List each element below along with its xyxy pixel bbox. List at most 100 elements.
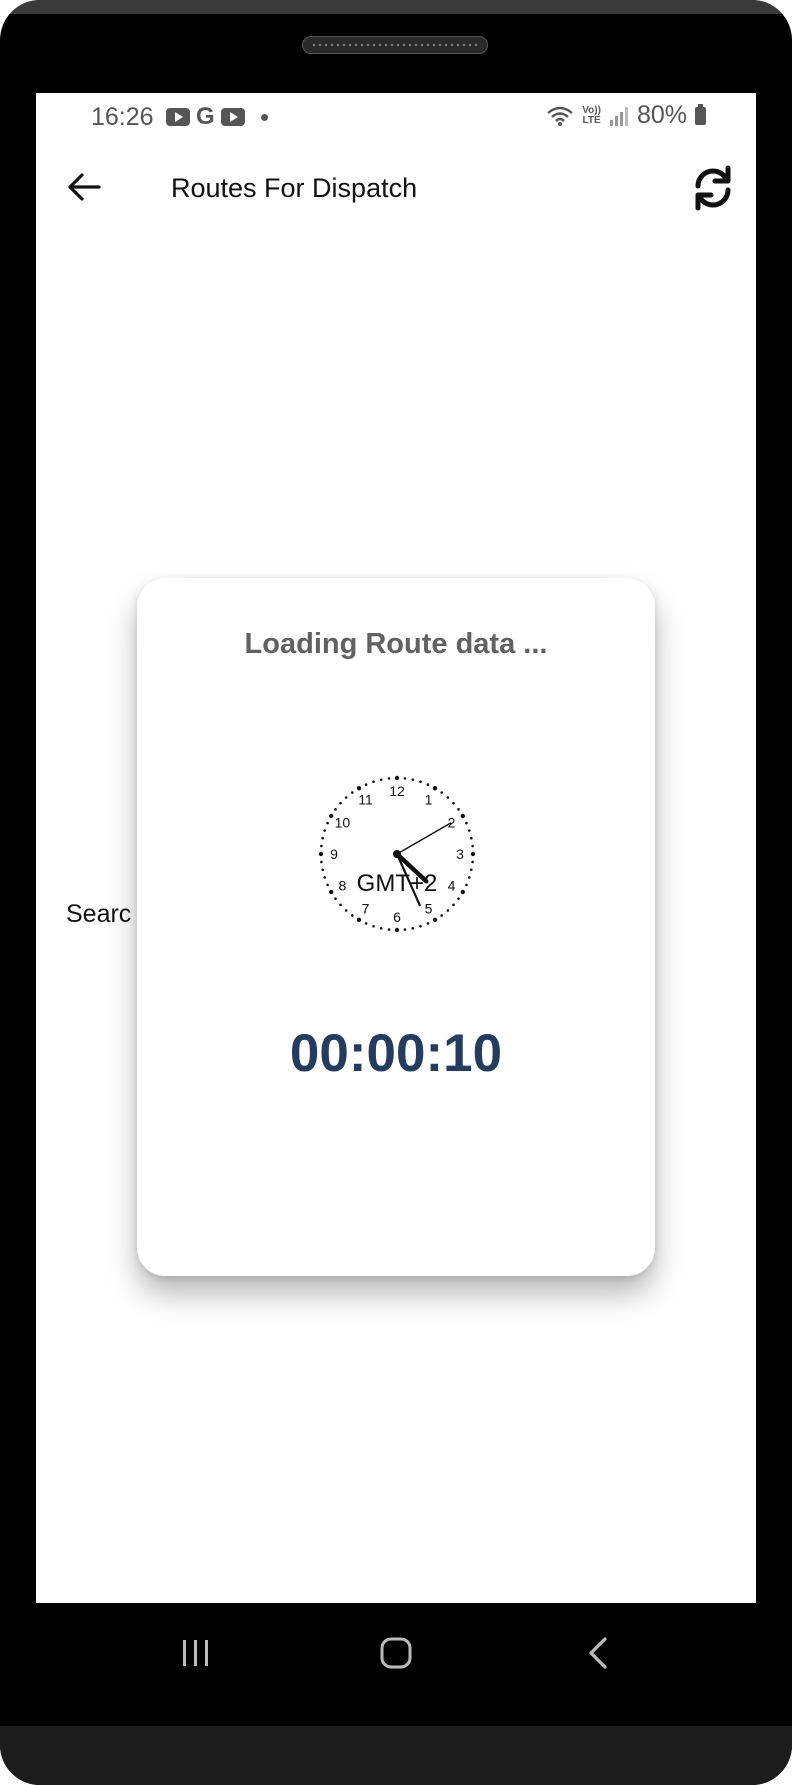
clock-number: 8 xyxy=(339,878,347,894)
clock-tick xyxy=(471,844,474,848)
clock-tick xyxy=(334,808,337,811)
clock-tick xyxy=(323,876,327,879)
clock-tick xyxy=(320,860,323,864)
phone-chin xyxy=(0,1726,792,1785)
clock-tick xyxy=(465,883,468,887)
system-icons: Vo)) LTE 80% xyxy=(546,101,706,130)
clock-tick xyxy=(379,778,383,781)
notification-icons: G xyxy=(166,103,268,130)
clock-tick xyxy=(344,796,348,799)
clock-number: 7 xyxy=(362,901,370,917)
clock-tick xyxy=(364,922,368,925)
clock-number: 9 xyxy=(330,846,338,862)
refresh-icon xyxy=(695,165,731,211)
clock-tick xyxy=(326,821,329,825)
clock-number: 10 xyxy=(335,815,351,831)
clock-tick xyxy=(394,775,400,781)
wifi-icon xyxy=(547,106,574,126)
youtube-icon xyxy=(220,108,245,126)
clock-tick xyxy=(467,829,471,832)
clock-tick xyxy=(364,783,368,786)
google-icon: G xyxy=(196,103,215,130)
clock-tick xyxy=(356,917,362,923)
clock-tick xyxy=(379,927,383,930)
clock-tick xyxy=(323,829,327,832)
refresh-button[interactable] xyxy=(688,163,738,213)
clock-number: 5 xyxy=(425,901,433,917)
recents-icon xyxy=(183,1640,208,1666)
clock-hub xyxy=(393,850,401,858)
clock-tick xyxy=(326,883,329,887)
clock-tick xyxy=(411,927,415,930)
arrow-left-icon xyxy=(68,173,101,201)
clock-tick xyxy=(387,928,391,931)
volte-icon: Vo)) LTE xyxy=(582,104,601,126)
clock-tick xyxy=(328,813,334,819)
app-bar: Routes For Dispatch xyxy=(36,153,756,223)
clock-number: 12 xyxy=(389,783,405,799)
status-time: 16:26 xyxy=(91,103,154,131)
clock-tick xyxy=(446,796,450,799)
clock-tick xyxy=(339,801,342,805)
clock-tick xyxy=(419,924,422,928)
clock-number: 1 xyxy=(425,791,433,807)
back-chevron-icon xyxy=(589,1637,607,1669)
recents-button[interactable] xyxy=(166,1623,226,1683)
clock-tick xyxy=(321,868,324,872)
nav-back-button[interactable] xyxy=(568,1623,628,1683)
clock-tick xyxy=(411,778,415,781)
clock-tick xyxy=(394,927,400,933)
clock-tick xyxy=(457,897,460,900)
dialog-title: Loading Route data ... xyxy=(244,628,548,660)
clock-tick xyxy=(403,777,407,780)
phone-frame: 16:26 G Vo)) LTE 80% Routes For Dispatch… xyxy=(0,0,792,1785)
clock-tick xyxy=(471,860,474,864)
clock-tick xyxy=(356,785,362,791)
clock-tick xyxy=(460,889,466,895)
clock-number: 11 xyxy=(358,791,373,807)
clock-tick xyxy=(460,813,466,819)
speaker-grille xyxy=(302,36,488,54)
clock-tick xyxy=(440,791,443,794)
screen: 16:26 G Vo)) LTE 80% Routes For Dispatch… xyxy=(36,93,756,1603)
clock-tick xyxy=(457,808,460,811)
clock-tick xyxy=(372,924,375,928)
clock-tick xyxy=(446,909,450,912)
analog-clock: 121234567891011GMT+2 xyxy=(318,775,476,933)
clock-tick xyxy=(403,928,407,931)
clock-tick xyxy=(426,783,430,786)
clock-number: 3 xyxy=(456,846,464,862)
status-bar: 16:26 G Vo)) LTE 80% xyxy=(36,93,756,143)
clock-tick xyxy=(351,791,354,794)
clock-tick xyxy=(452,801,455,805)
clock-tick xyxy=(320,844,323,848)
clock-tick xyxy=(419,780,422,784)
clock-tick xyxy=(432,917,438,923)
clock-tick xyxy=(470,836,473,840)
elapsed-timer: 00:00:10 xyxy=(289,1024,503,1083)
clock-timezone-label: GMT+2 xyxy=(357,870,438,897)
clock-tick xyxy=(465,821,468,825)
back-button[interactable] xyxy=(64,167,104,207)
clock-tick xyxy=(334,897,337,900)
clock-tick xyxy=(339,903,342,907)
battery-icon xyxy=(695,103,706,125)
loading-dialog: Loading Route data ... 12 1 2 3 4 5 6 7 8 9 10 11 GM… xyxy=(137,578,655,1276)
search-label: Searc xyxy=(66,900,132,928)
clock-tick xyxy=(351,914,354,917)
clock-tick xyxy=(452,903,455,907)
clock-tick xyxy=(372,780,375,784)
dot-icon xyxy=(260,113,268,121)
home-button[interactable] xyxy=(366,1623,426,1683)
nav-bar xyxy=(0,1603,792,1698)
clock-tick xyxy=(318,851,324,857)
clock-number: 4 xyxy=(448,878,456,894)
signal-icon xyxy=(609,106,628,126)
clock-second-hand xyxy=(396,822,452,855)
clock-tick xyxy=(467,876,471,879)
clock-tick xyxy=(328,889,334,895)
frame-edge xyxy=(0,0,792,14)
clock-tick xyxy=(426,922,430,925)
clock-number: 2 xyxy=(448,815,456,831)
clock-tick xyxy=(321,836,324,840)
